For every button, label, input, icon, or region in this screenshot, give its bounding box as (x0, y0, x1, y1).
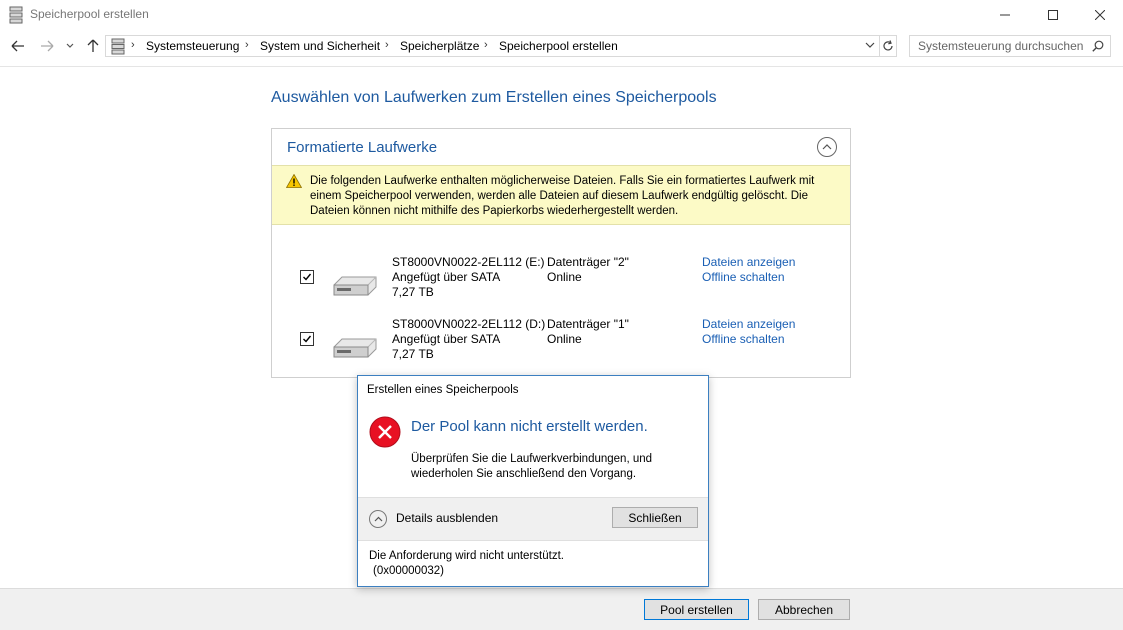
minimize-icon (1000, 14, 1010, 16)
arrow-right-icon (41, 40, 54, 52)
up-button[interactable] (83, 36, 103, 56)
breadcrumb-system-und-sicherheit[interactable]: System und Sicherheit (260, 39, 380, 53)
take-offline-link[interactable]: Offline schalten (702, 270, 785, 285)
page-title: Auswählen von Laufwerken zum Erstellen e… (271, 89, 717, 106)
breadcrumb-separator-icon: › (484, 39, 488, 51)
search-icon[interactable] (1092, 40, 1104, 52)
arrow-left-icon (11, 40, 24, 52)
back-button[interactable] (8, 36, 28, 56)
formatted-drives-panel: Formatierte Laufwerke Die folgenden Lauf… (271, 128, 851, 378)
breadcrumb-separator-icon: › (385, 39, 389, 51)
hard-drive-icon (333, 338, 377, 358)
cancel-button[interactable]: Abbrechen (758, 599, 850, 620)
dialog-main-instruction: Der Pool kann nicht erstellt werden. (411, 418, 648, 435)
drive-status: Online (547, 270, 582, 284)
window-title: Speicherpool erstellen (30, 7, 149, 21)
drive-connection: Angefügt über SATA (392, 270, 501, 284)
chevron-up-icon (374, 516, 382, 522)
drive-size: 7,27 TB (392, 347, 434, 361)
drive-status: Online (547, 332, 582, 346)
minimize-button[interactable] (982, 0, 1028, 30)
maximize-icon (1048, 10, 1058, 20)
checkmark-icon (303, 273, 312, 281)
divider (0, 66, 1123, 67)
dialog-details: Die Anforderung wird nicht unterstützt. … (369, 549, 564, 579)
title-bar: Speicherpool erstellen (0, 0, 1123, 30)
recent-locations-button[interactable] (62, 36, 78, 56)
drive-name: ST8000VN0022-2EL112 (D:) (392, 317, 546, 331)
arrow-up-icon (87, 39, 99, 52)
collapse-button[interactable] (817, 137, 837, 157)
navigation-bar: › Systemsteuerung › System und Sicherhei… (0, 32, 1123, 60)
breadcrumb-systemsteuerung[interactable]: Systemsteuerung (146, 39, 239, 53)
dialog-title: Erstellen eines Speicherpools (367, 384, 519, 396)
warning-icon (286, 174, 302, 188)
address-bar[interactable]: › Systemsteuerung › System und Sicherhei… (105, 35, 880, 57)
breadcrumb-speicherpool-erstellen[interactable]: Speicherpool erstellen (499, 39, 618, 53)
refresh-icon (883, 40, 893, 51)
breadcrumb-separator-icon: › (245, 39, 249, 51)
breadcrumb-separator-icon: › (131, 39, 135, 51)
forward-button[interactable] (37, 36, 57, 56)
action-bar: Pool erstellen Abbrechen (0, 588, 1123, 630)
breadcrumb-speicherplaetze[interactable]: Speicherplätze (400, 39, 479, 53)
close-dialog-button[interactable]: Schließen (612, 507, 698, 528)
hard-drive-icon (333, 276, 377, 296)
panel-title: Formatierte Laufwerke (287, 139, 438, 156)
error-icon (369, 416, 401, 448)
drive-connection: Angefügt über SATA (392, 332, 501, 346)
details-toggle-label[interactable]: Details ausblenden (396, 511, 498, 525)
close-icon (1095, 10, 1105, 20)
drive-disk-number: Datenträger "2" (547, 255, 629, 269)
dialog-footer: Details ausblenden Schließen (358, 497, 708, 541)
drive-checkbox[interactable] (300, 332, 314, 346)
maximize-button[interactable] (1030, 0, 1076, 30)
error-dialog: Erstellen eines Speicherpools Der Pool k… (357, 375, 709, 587)
chevron-down-icon (66, 43, 74, 48)
storage-pool-icon (9, 6, 23, 24)
drive-size: 7,27 TB (392, 285, 434, 299)
chevron-up-icon (822, 144, 832, 150)
details-error-code: (0x00000032) (373, 565, 444, 577)
checkmark-icon (303, 335, 312, 343)
take-offline-link[interactable]: Offline schalten (702, 332, 785, 347)
search-input[interactable] (910, 36, 1090, 56)
dialog-content: Überprüfen Sie die Laufwerkverbindungen,… (411, 453, 653, 480)
warning-text: Die folgenden Laufwerke enthalten möglic… (310, 175, 815, 217)
details-message: Die Anforderung wird nicht unterstützt. (369, 550, 564, 562)
details-toggle-button[interactable] (369, 510, 387, 528)
storage-pool-icon (111, 38, 125, 55)
chevron-down-icon[interactable] (864, 39, 876, 51)
close-window-button[interactable] (1077, 0, 1123, 30)
drive-checkbox[interactable] (300, 270, 314, 284)
warning-bar: Die folgenden Laufwerke enthalten möglic… (272, 165, 850, 225)
view-files-link[interactable]: Dateien anzeigen (702, 317, 795, 332)
search-box[interactable] (909, 35, 1111, 57)
refresh-button[interactable] (879, 35, 897, 57)
drive-disk-number: Datenträger "1" (547, 317, 629, 331)
drive-name: ST8000VN0022-2EL112 (E:) (392, 255, 545, 269)
create-pool-button[interactable]: Pool erstellen (644, 599, 749, 620)
view-files-link[interactable]: Dateien anzeigen (702, 255, 795, 270)
list-item: ST8000VN0022-2EL112 (D:) Angefügt über S… (272, 315, 850, 365)
list-item: ST8000VN0022-2EL112 (E:) Angefügt über S… (272, 253, 850, 303)
